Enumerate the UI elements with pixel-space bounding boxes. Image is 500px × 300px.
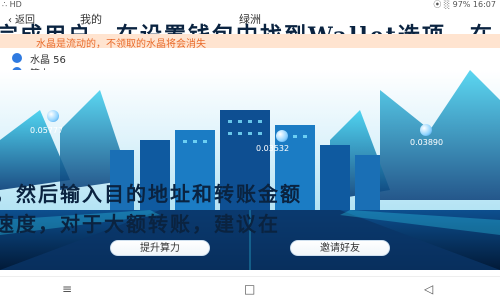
home-icon[interactable]: □ bbox=[244, 282, 255, 296]
notice-banner: 水晶是流动的，不领取的水晶将会消失 bbox=[0, 34, 500, 50]
overlay-caption-middle: ，然后输入目的地址和转账金额 bbox=[0, 182, 302, 206]
city-scene: 0.05777 0.03532 0.03890 bbox=[0, 70, 500, 270]
back-icon[interactable]: ◁ bbox=[424, 282, 433, 296]
crystal-bubble-icon[interactable] bbox=[276, 130, 288, 142]
status-network: ∴ HD bbox=[2, 0, 22, 9]
system-nav-bar: ≡ □ ◁ bbox=[0, 276, 500, 300]
crystal-bubble-icon[interactable] bbox=[47, 110, 59, 122]
status-bar: ∴ HD ⦿ ░ 97% 16:07 bbox=[0, 0, 500, 10]
boost-power-button[interactable]: 提升算力 bbox=[110, 240, 210, 256]
crystal-bubble-value[interactable]: 0.03532 bbox=[256, 144, 289, 153]
overlay-caption-lower: 速度，对于大额转账，建议在 bbox=[0, 212, 280, 236]
city-illustration bbox=[0, 70, 500, 270]
menu-icon[interactable]: ≡ bbox=[62, 282, 72, 296]
crystal-bubble-icon[interactable] bbox=[420, 124, 432, 136]
status-battery-time: ⦿ ░ 97% 16:07 bbox=[433, 0, 496, 9]
crystal-bubble-value[interactable]: 0.05777 bbox=[30, 126, 63, 135]
notice-text: 水晶是流动的，不领取的水晶将会消失 bbox=[36, 39, 206, 50]
crystal-bubble-value[interactable]: 0.03890 bbox=[410, 138, 443, 147]
crystal-icon bbox=[12, 53, 22, 63]
invite-friends-button[interactable]: 邀请好友 bbox=[290, 240, 390, 256]
